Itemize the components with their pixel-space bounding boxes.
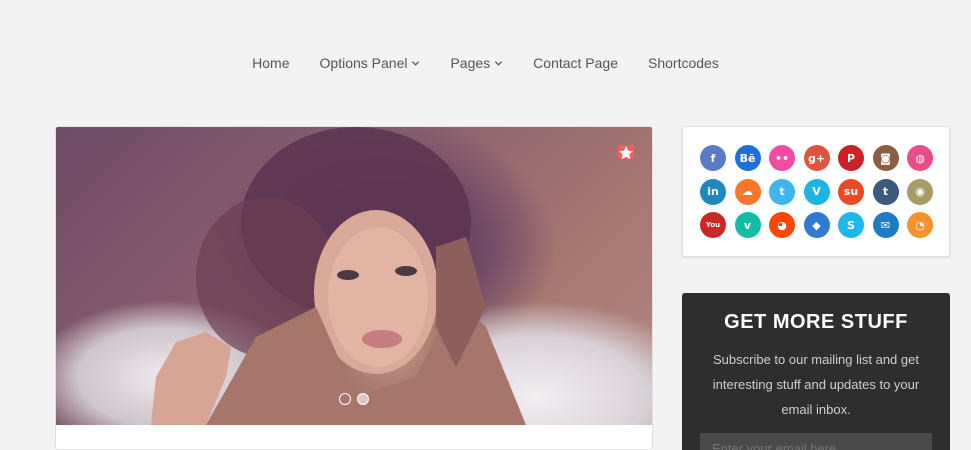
tumblr-icon[interactable]: t	[872, 178, 899, 205]
youtube-icon[interactable]: You	[700, 212, 726, 238]
skype-icon[interactable]: S	[838, 212, 864, 238]
pinterest-icon[interactable]: P	[838, 145, 864, 171]
vine-icon[interactable]: v	[734, 212, 761, 238]
nav-item-shortcodes[interactable]: Shortcodes	[633, 52, 734, 74]
slider-dot[interactable]	[339, 393, 351, 405]
social-widget: f Bē •• g+ P ◙ ◍ in ☁ t Vsu t ◉ You v ◕ ◆ S ✉ ◔	[682, 126, 950, 257]
nav-item-home[interactable]: Home	[237, 52, 304, 74]
slider-dot[interactable]	[357, 393, 369, 405]
slider-dots	[339, 393, 369, 405]
stumbleupon-icon[interactable]: su	[838, 178, 864, 205]
linkedin-icon[interactable]: in	[700, 178, 726, 205]
nav-item-label: Options Panel	[319, 55, 408, 71]
twitter-icon[interactable]: t	[769, 178, 795, 205]
social-icons-grid: f Bē •• g+ P ◙ ◍ in ☁ t Vsu t ◉ You v ◕ ◆ S ✉ ◔	[700, 145, 949, 238]
dribbble-icon[interactable]: ◍	[907, 145, 933, 171]
nav-item-label: Pages	[450, 55, 491, 71]
rss-icon[interactable]: ◔	[907, 212, 933, 238]
soundcloud-icon[interactable]: ☁	[734, 178, 761, 205]
behance-icon[interactable]: Bē	[734, 145, 761, 171]
email-field[interactable]	[700, 433, 932, 450]
main-nav: Home Options Panel Pages Contact Page Sh…	[0, 52, 971, 74]
flickr-icon[interactable]: ••	[769, 145, 795, 171]
vimeo-icon[interactable]: V	[803, 178, 830, 205]
facebook-icon[interactable]: f	[700, 145, 726, 171]
github-icon[interactable]: ◉	[907, 178, 933, 205]
featured-post-card	[55, 126, 653, 450]
chevron-down-icon	[412, 60, 420, 66]
page: Home Options Panel Pages Contact Page Sh…	[0, 0, 971, 450]
email-icon[interactable]: ✉	[872, 212, 899, 238]
reddit-icon[interactable]: ◕	[769, 212, 795, 238]
nav-item-label: Home	[252, 55, 290, 71]
instagram-icon[interactable]: ◙	[872, 145, 899, 171]
nav-item-label: Contact Page	[533, 55, 619, 71]
nav-item-options-panel[interactable]: Options Panel	[305, 52, 436, 74]
portrait-illustration	[151, 127, 526, 425]
star-icon	[619, 146, 633, 159]
newsletter-widget: GET MORE STUFF Subscribe to our mailing …	[682, 293, 950, 450]
newsletter-text: Subscribe to our mailing list and get in…	[712, 352, 920, 417]
featured-image[interactable]	[56, 127, 652, 425]
nav-item-label: Shortcodes	[648, 55, 719, 71]
nav-item-contact-page[interactable]: Contact Page	[518, 52, 633, 74]
dropbox-icon[interactable]: ◆	[803, 212, 830, 238]
chevron-down-icon	[495, 60, 503, 66]
rating-badge	[618, 145, 634, 159]
nav-item-pages[interactable]: Pages	[435, 52, 518, 74]
google-plus-icon[interactable]: g+	[803, 145, 830, 171]
newsletter-title: GET MORE STUFF	[724, 311, 908, 333]
